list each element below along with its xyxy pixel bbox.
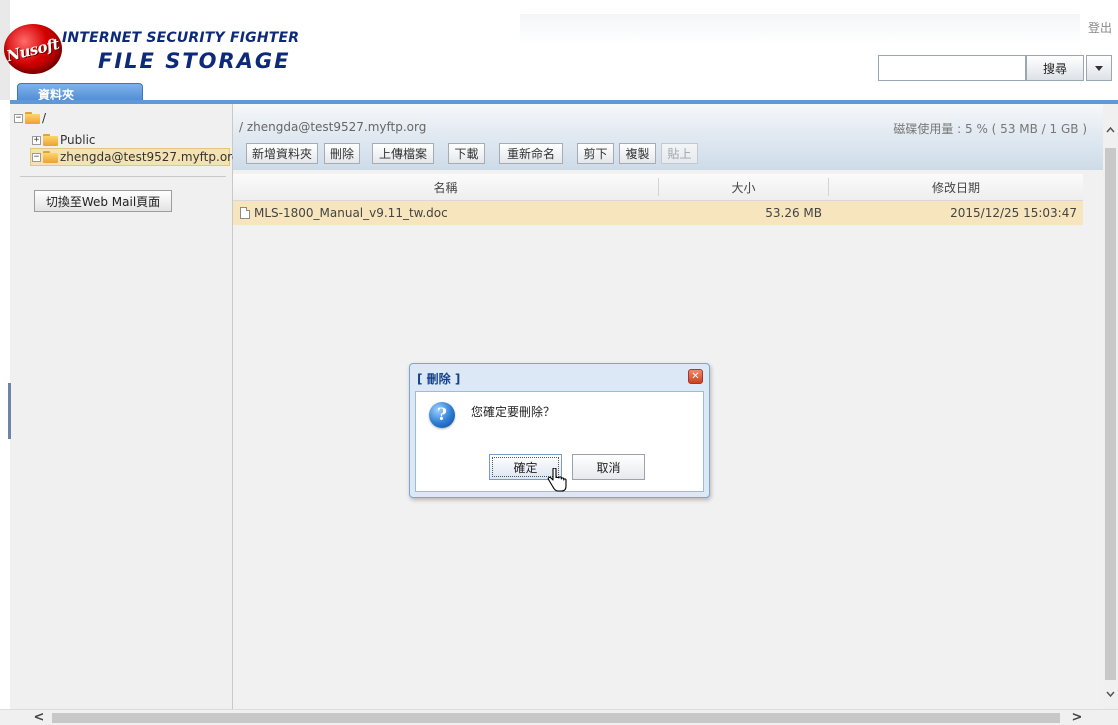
cut-button[interactable]: 剪下 (577, 143, 614, 164)
tree-item-public[interactable]: + Public (32, 132, 96, 148)
disk-usage-text: 磁碟使用量 : 5 % ( 53 MB / 1 GB ) (893, 122, 1087, 136)
header-highlight (520, 14, 1080, 44)
chevron-down-icon (1095, 65, 1103, 71)
scroll-left-icon[interactable]: < (32, 710, 46, 725)
horizontal-scroll-thumb[interactable] (52, 713, 1060, 723)
delete-confirm-dialog: [ 刪除 ] ✕ ? 您確定要刪除？ 確定 取消 (409, 363, 710, 498)
tree-item-label: Public (60, 133, 96, 147)
toolbar: 新增資料夾 刪除 上傳檔案 下載 重新命名 剪下 複製 貼上 (233, 138, 1103, 170)
logo-product-name: FILE STORAGE (98, 49, 291, 73)
panel-resize-handle[interactable] (8, 383, 11, 439)
folder-home-icon (25, 112, 40, 124)
folder-icon (43, 151, 58, 163)
tree-item-label: zhengda@test9527.myftp.org (60, 150, 240, 164)
scroll-down-icon[interactable] (1105, 688, 1116, 700)
vertical-scroll-thumb[interactable] (1105, 148, 1116, 680)
column-header-size[interactable]: 大小 (659, 174, 828, 200)
file-name-cell: MLS-1800_Manual_v9.11_tw.doc (240, 201, 448, 225)
search-button[interactable]: 搜尋 (1026, 55, 1084, 81)
file-modified-date: 2015/12/25 15:03:47 (950, 206, 1077, 220)
upload-button[interactable]: 上傳檔案 (372, 143, 434, 164)
expand-icon[interactable]: + (32, 135, 41, 145)
download-button[interactable]: 下載 (448, 143, 485, 164)
collapse-icon[interactable]: − (14, 113, 23, 123)
horizontal-scrollbar[interactable]: < > (0, 709, 1118, 725)
file-size: 53.26 MB (765, 206, 822, 220)
dialog-body: ? 您確定要刪除？ 確定 取消 (415, 391, 704, 492)
tree-item-user-folder[interactable]: − zhengda@test9527.myftp.org (32, 149, 240, 165)
search-options-dropdown[interactable] (1086, 55, 1112, 81)
switch-to-webmail-button[interactable]: 切換至Web Mail頁面 (34, 190, 172, 212)
file-name: MLS-1800_Manual_v9.11_tw.doc (254, 206, 448, 220)
scroll-up-icon[interactable] (1105, 124, 1116, 136)
cancel-button[interactable]: 取消 (572, 454, 645, 480)
paste-button[interactable]: 貼上 (661, 143, 698, 164)
logo: Nusoft INTERNET SECURITY FIGHTER FILE ST… (4, 18, 299, 80)
logo-tagline: INTERNET SECURITY FIGHTER (62, 30, 300, 46)
path-bar: / zhengda@test9527.myftp.org 磁碟使用量 : 5 %… (233, 104, 1103, 138)
dialog-message: 您確定要刪除？ (471, 405, 556, 419)
delete-button[interactable]: 刪除 (324, 143, 360, 164)
collapse-icon[interactable]: − (32, 152, 41, 162)
current-path: / zhengda@test9527.myftp.org (239, 120, 427, 134)
file-list-header: 名稱 大小 修改日期 (233, 174, 1083, 201)
document-icon (240, 207, 250, 219)
rename-button[interactable]: 重新命名 (499, 143, 563, 164)
column-header-modified[interactable]: 修改日期 (829, 174, 1083, 200)
divider (20, 176, 226, 177)
tree-root[interactable]: − / (14, 110, 46, 126)
copy-button[interactable]: 複製 (619, 143, 656, 164)
search-input[interactable] (878, 55, 1026, 81)
folder-icon (43, 134, 58, 146)
logout-link[interactable]: 登出 (1088, 19, 1112, 36)
app-header: Nusoft INTERNET SECURITY FIGHTER FILE ST… (0, 0, 1118, 104)
question-icon: ? (429, 402, 455, 428)
column-header-name[interactable]: 名稱 (233, 174, 658, 200)
dialog-title: [ 刪除 ] (417, 372, 461, 386)
hand-pointer-icon (547, 468, 567, 492)
vertical-scrollbar[interactable] (1103, 104, 1118, 709)
new-folder-button[interactable]: 新增資料夾 (246, 143, 318, 164)
close-icon[interactable]: ✕ (688, 369, 703, 384)
folder-tree-panel: − / + Public − zhengda@test9527.myftp.or… (10, 104, 240, 709)
scroll-right-icon[interactable]: > (1070, 710, 1084, 725)
tree-root-label: / (42, 111, 47, 125)
table-row[interactable]: MLS-1800_Manual_v9.11_tw.doc 53.26 MB 20… (233, 201, 1083, 226)
